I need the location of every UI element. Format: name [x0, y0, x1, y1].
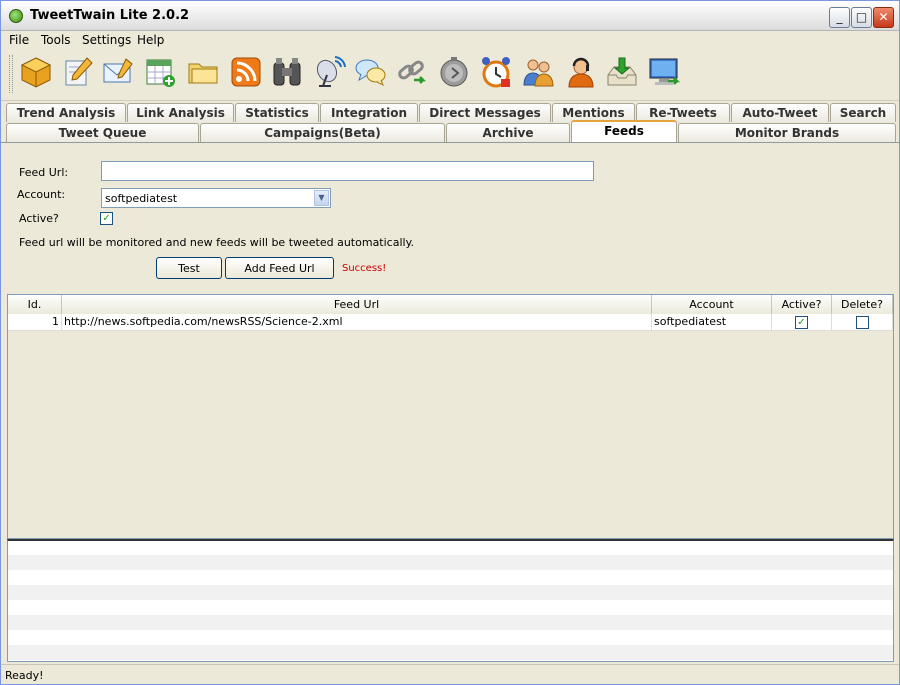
calendar-add-icon[interactable]	[144, 55, 178, 89]
maximize-button[interactable]: □	[851, 7, 872, 28]
tab-statistics[interactable]: Statistics	[235, 103, 319, 122]
tab-row-2: Tweet Queue Campaigns(Beta) Archive Feed…	[1, 120, 899, 143]
tab-trend-analysis[interactable]: Trend Analysis	[6, 103, 126, 122]
app-window: TweetTwain Lite 2.0.2 _ □ ✕ File Tools S…	[0, 0, 900, 685]
cell-feed-url: http://news.softpedia.com/newsRSS/Scienc…	[62, 314, 652, 331]
log-stripe	[8, 645, 893, 660]
status-bar: Ready!	[1, 664, 899, 684]
chat-icon[interactable]	[354, 55, 388, 89]
menu-file[interactable]: File	[9, 33, 29, 47]
feed-url-input[interactable]	[101, 161, 594, 181]
inbox-add-icon[interactable]	[605, 55, 639, 89]
tab-row-1: Trend Analysis Link Analysis Statistics …	[1, 103, 899, 123]
menu-bar: File Tools Settings Help	[1, 31, 899, 49]
account-select[interactable]: softpediatest ▼	[101, 188, 331, 208]
table-header: Id. Feed Url Account Active? Delete?	[8, 295, 893, 314]
tab-campaigns[interactable]: Campaigns(Beta)	[200, 123, 445, 142]
window-title: TweetTwain Lite 2.0.2	[30, 8, 190, 23]
status-text: Ready!	[5, 669, 44, 682]
menu-settings[interactable]: Settings	[82, 33, 131, 47]
active-label: Active?	[19, 212, 59, 225]
table-row[interactable]: 1 http://news.softpedia.com/newsRSS/Scie…	[8, 314, 893, 331]
users-icon[interactable]	[521, 55, 555, 89]
antenna-icon[interactable]	[313, 55, 347, 89]
chevron-down-icon[interactable]: ▼	[314, 190, 329, 206]
tab-tweet-queue[interactable]: Tweet Queue	[6, 123, 199, 142]
header-account[interactable]: Account	[652, 295, 772, 314]
cell-active: ✓	[772, 314, 832, 331]
alarm-clock-icon[interactable]	[479, 55, 513, 89]
tab-feeds[interactable]: Feeds	[571, 120, 677, 143]
header-delete[interactable]: Delete?	[832, 295, 893, 314]
success-message: Success!	[342, 263, 387, 274]
close-button[interactable]: ✕	[873, 7, 894, 28]
menu-help[interactable]: Help	[137, 33, 164, 47]
cell-account: softpediatest	[652, 314, 772, 331]
compose-icon[interactable]	[61, 55, 95, 89]
row-delete-checkbox[interactable]	[856, 316, 869, 329]
mail-icon[interactable]	[101, 55, 135, 89]
tab-auto-tweet[interactable]: Auto-Tweet	[731, 103, 829, 122]
feeds-table: Id. Feed Url Account Active? Delete? 1 h…	[7, 294, 894, 539]
rss-icon[interactable]	[229, 55, 263, 89]
cell-id: 1	[8, 314, 62, 331]
tab-monitor-brands[interactable]: Monitor Brands	[678, 123, 896, 142]
tab-integration[interactable]: Integration	[320, 103, 418, 122]
tab-divider	[1, 142, 899, 143]
tab-link-analysis[interactable]: Link Analysis	[127, 103, 234, 122]
link-icon[interactable]	[396, 55, 430, 89]
log-stripe	[8, 615, 893, 630]
binoculars-icon[interactable]	[270, 55, 304, 89]
log-stripe	[8, 585, 893, 600]
header-id[interactable]: Id.	[8, 295, 62, 314]
cell-delete	[832, 314, 893, 331]
info-text: Feed url will be monitored and new feeds…	[19, 236, 415, 249]
support-agent-icon[interactable]	[564, 55, 598, 89]
app-icon	[9, 9, 23, 23]
header-active[interactable]: Active?	[772, 295, 832, 314]
row-active-checkbox[interactable]: ✓	[795, 316, 808, 329]
package-icon[interactable]	[19, 55, 53, 89]
toolbar	[1, 49, 899, 101]
log-pane[interactable]	[7, 539, 894, 662]
test-button[interactable]: Test	[156, 257, 222, 279]
log-stripe	[8, 555, 893, 570]
monitor-icon[interactable]	[647, 55, 681, 89]
menu-tools[interactable]: Tools	[41, 33, 71, 47]
add-feed-url-button[interactable]: Add Feed Url	[225, 257, 334, 279]
account-select-value: softpediatest	[105, 192, 178, 205]
tab-archive[interactable]: Archive	[446, 123, 570, 142]
title-bar[interactable]: TweetTwain Lite 2.0.2 _ □ ✕	[1, 1, 899, 31]
minimize-button[interactable]: _	[829, 7, 850, 28]
folder-icon[interactable]	[186, 55, 220, 89]
account-label: Account:	[17, 188, 66, 201]
feed-url-label: Feed Url:	[19, 166, 69, 179]
timer-icon[interactable]	[437, 55, 471, 89]
toolbar-grip[interactable]	[9, 55, 13, 93]
header-feed-url[interactable]: Feed Url	[62, 295, 652, 314]
tab-direct-messages[interactable]: Direct Messages	[419, 103, 551, 122]
tab-search[interactable]: Search	[830, 103, 896, 122]
active-checkbox[interactable]: ✓	[100, 212, 113, 225]
